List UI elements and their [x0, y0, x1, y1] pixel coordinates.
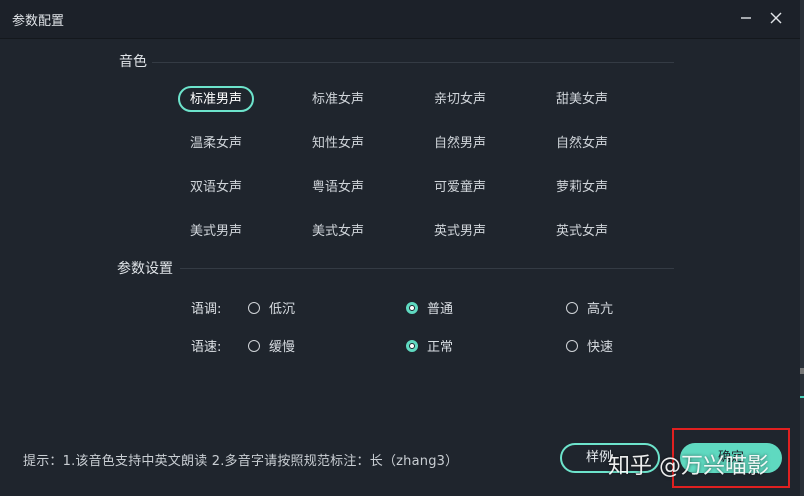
speed-radio-normal[interactable]: 正常	[406, 336, 453, 355]
close-icon	[770, 12, 782, 24]
voice-option[interactable]: 萝莉女声	[544, 174, 620, 200]
voice-option[interactable]: 粤语女声	[300, 174, 376, 200]
radio-label: 正常	[427, 340, 454, 355]
voice-option[interactable]: 温柔女声	[178, 130, 254, 156]
background-edge	[800, 0, 804, 496]
parameter-config-dialog: 参数配置 音色 标准男声 标准女声 亲切女声 甜美女声 温柔女声 知性女声 自然…	[0, 0, 800, 496]
voice-option[interactable]: 英式男声	[422, 218, 498, 244]
voice-section-divider	[152, 62, 674, 63]
radio-dot	[248, 301, 260, 314]
voice-option[interactable]: 自然女声	[544, 130, 620, 156]
tone-label: 语调:	[191, 302, 222, 317]
close-button[interactable]	[766, 8, 786, 28]
radio-dot	[566, 339, 578, 352]
hint-text: 提示：1.该音色支持中英文朗读 2.多音字请按照规范标注：长（zhang3）	[23, 454, 459, 469]
voice-section-label: 音色	[119, 54, 147, 70]
speed-label: 语速:	[191, 340, 222, 355]
voice-option[interactable]: 亲切女声	[422, 86, 498, 112]
speed-radio-slow[interactable]: 缓慢	[248, 336, 295, 355]
tone-radio-low[interactable]: 低沉	[248, 298, 295, 317]
edge-mark	[800, 368, 804, 374]
radio-dot	[248, 339, 260, 352]
params-section-label: 参数设置	[117, 261, 173, 277]
speed-radio-fast[interactable]: 快速	[566, 336, 613, 355]
radio-dot	[406, 339, 418, 352]
voice-option[interactable]: 甜美女声	[544, 86, 620, 112]
voice-grid: 标准男声 标准女声 亲切女声 甜美女声 温柔女声 知性女声 自然男声 自然女声 …	[154, 84, 674, 252]
radio-label: 缓慢	[269, 340, 296, 355]
tone-radio-normal[interactable]: 普通	[406, 298, 453, 317]
radio-label: 低沉	[269, 302, 296, 317]
voice-option[interactable]: 标准女声	[300, 86, 376, 112]
voice-option[interactable]: 可爱童声	[422, 174, 498, 200]
radio-label: 快速	[587, 340, 614, 355]
edge-accent	[800, 396, 804, 398]
voice-option[interactable]: 自然男声	[422, 130, 498, 156]
radio-dot	[406, 301, 418, 314]
voice-option[interactable]: 双语女声	[178, 174, 254, 200]
voice-option[interactable]: 美式男声	[178, 218, 254, 244]
voice-option[interactable]: 标准男声	[178, 86, 254, 112]
radio-label: 普通	[427, 302, 454, 317]
watermark: 知乎 @万兴喵影	[608, 454, 769, 479]
minimize-button[interactable]	[736, 8, 756, 28]
params-section-divider	[180, 268, 674, 269]
voice-option[interactable]: 美式女声	[300, 218, 376, 244]
tone-radio-high[interactable]: 高亢	[566, 298, 613, 317]
voice-option[interactable]: 英式女声	[544, 218, 620, 244]
radio-label: 高亢	[587, 302, 614, 317]
radio-dot	[566, 301, 578, 314]
minimize-icon	[741, 17, 751, 19]
dialog-title: 参数配置	[12, 14, 65, 29]
voice-option[interactable]: 知性女声	[300, 130, 376, 156]
title-bar: 参数配置	[0, 0, 800, 39]
